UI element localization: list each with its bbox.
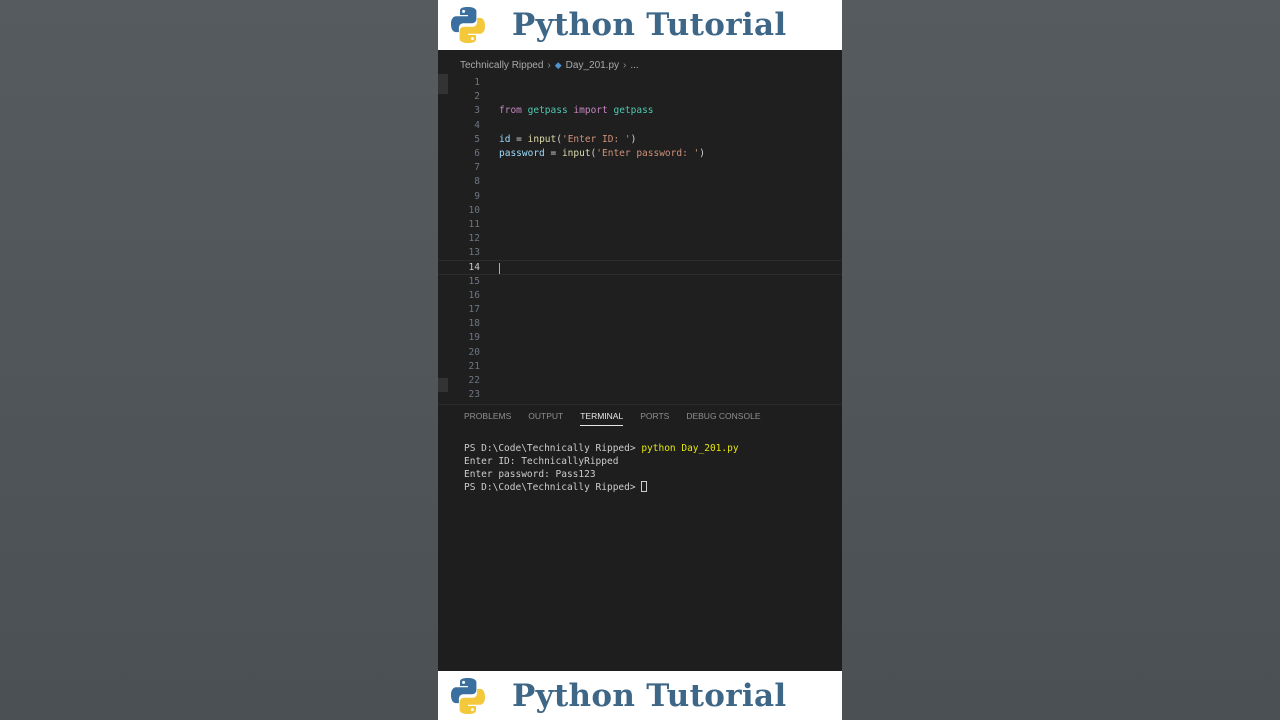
variable-name: id — [499, 133, 511, 145]
video-frame: Python Tutorial Technically Ripped › ◆ D… — [438, 0, 842, 720]
import-name: getpass — [613, 105, 654, 117]
paren-close: ) — [699, 147, 705, 159]
tab-debug-console[interactable]: DEBUG CONSOLE — [686, 411, 760, 426]
code-editor[interactable]: Technically Ripped › ◆ Day_201.py › ... … — [438, 52, 842, 404]
terminal-prompt: PS D:\Code\Technically Ripped> — [464, 482, 642, 493]
banner-title: Python Tutorial — [512, 677, 787, 714]
string-literal: 'Enter ID: ' — [561, 133, 631, 145]
code-line: 9 — [438, 190, 842, 204]
terminal-line: PS D:\Code\Technically Ripped> python Da… — [464, 442, 739, 455]
terminal-cursor — [641, 481, 648, 492]
code-line: 12 — [438, 232, 842, 246]
code-line: 19 — [438, 331, 842, 345]
line-number: 11 — [468, 218, 480, 230]
line-number: 22 — [468, 374, 480, 386]
code-line: 11 — [438, 218, 842, 232]
tab-ports[interactable]: PORTS — [640, 411, 669, 426]
terminal-line: PS D:\Code\Technically Ripped> — [464, 481, 739, 494]
code-line: 20 — [438, 346, 842, 360]
python-file-icon: ◆ — [554, 60, 562, 70]
function-name: input — [561, 147, 591, 159]
top-banner: Python Tutorial — [438, 0, 842, 50]
operator: = — [544, 147, 562, 159]
code-line: 15 — [438, 275, 842, 289]
line-number: 8 — [474, 176, 480, 188]
terminal-prompt: PS D:\Code\Technically Ripped> — [464, 443, 642, 454]
line-number: 15 — [468, 275, 480, 287]
tab-terminal[interactable]: TERMINAL — [580, 411, 624, 426]
code-line: 2 — [438, 90, 842, 104]
background-right — [842, 0, 1280, 720]
code-line: 8 — [438, 175, 842, 189]
code-line: 21 — [438, 360, 842, 374]
line-number: 12 — [468, 233, 480, 245]
banner-title: Python Tutorial — [512, 7, 787, 43]
panel-tabs: PROBLEMS OUTPUT TERMINAL PORTS DEBUG CON… — [464, 411, 760, 426]
breadcrumb-file[interactable]: Day_201.py — [566, 60, 619, 71]
variable-name: password — [499, 147, 545, 159]
operator: = — [510, 133, 528, 145]
chevron-right-icon: › — [547, 60, 551, 71]
line-number: 6 — [474, 147, 480, 159]
tab-problems[interactable]: PROBLEMS — [464, 411, 511, 426]
paren-close: ) — [630, 133, 637, 145]
terminal-output[interactable]: PS D:\Code\Technically Ripped> python Da… — [464, 442, 739, 494]
function-name: input — [527, 133, 557, 145]
string-literal: 'Enter password: ' — [596, 147, 700, 159]
line-number-active: 14 — [468, 262, 480, 274]
code-line: 17 — [438, 303, 842, 317]
line-number: 2 — [474, 91, 480, 103]
code-line: 1 — [438, 76, 842, 90]
code-line: 10 — [438, 204, 842, 218]
code-line: 22 — [438, 374, 842, 388]
text-cursor — [499, 263, 500, 275]
code-line: 4 — [438, 119, 842, 133]
code-line: 23 — [438, 388, 842, 402]
line-number: 5 — [474, 133, 480, 145]
current-line[interactable]: 14 — [438, 260, 842, 275]
line-number: 16 — [468, 289, 480, 301]
code-line: 18 — [438, 317, 842, 331]
code-text: from getpass import getpass — [499, 104, 654, 118]
line-number: 1 — [474, 77, 480, 88]
line-number: 4 — [474, 119, 480, 131]
bottom-panel: PROBLEMS OUTPUT TERMINAL PORTS DEBUG CON… — [438, 404, 842, 672]
code-text: password = input('Enter password: ') — [499, 147, 705, 161]
code-line: 3 from getpass import getpass — [438, 104, 842, 118]
code-text: id = input('Enter ID: ') — [499, 133, 636, 147]
breadcrumb-folder[interactable]: Technically Ripped — [460, 60, 543, 71]
breadcrumb: Technically Ripped › ◆ Day_201.py › ... — [460, 60, 639, 71]
code-lines: 1 2 3 from getpass import getpass 4 5 id =… — [438, 76, 842, 402]
breadcrumb-more[interactable]: ... — [630, 60, 638, 71]
line-number: 19 — [468, 332, 480, 344]
code-line: 6 password = input('Enter password: ') — [438, 147, 842, 161]
tab-output[interactable]: OUTPUT — [528, 411, 563, 426]
line-number: 21 — [468, 360, 480, 372]
line-number: 20 — [468, 346, 480, 358]
keyword-import: import — [573, 105, 608, 117]
module-name: getpass — [527, 105, 568, 117]
line-number: 13 — [468, 247, 480, 259]
bottom-banner: Python Tutorial — [438, 671, 842, 720]
line-number: 17 — [468, 304, 480, 315]
chevron-right-icon: › — [623, 60, 627, 71]
background-left — [0, 0, 438, 720]
line-number: 23 — [468, 389, 480, 401]
keyword-from: from — [499, 105, 522, 117]
python-logo-icon — [451, 7, 485, 43]
code-line: 13 — [438, 246, 842, 260]
line-number: 18 — [468, 318, 480, 330]
line-number: 3 — [474, 105, 480, 117]
line-number: 9 — [474, 190, 480, 202]
terminal-line: Enter ID: TechnicallyRipped — [464, 456, 619, 467]
code-line: 7 — [438, 161, 842, 175]
python-logo-icon — [451, 677, 485, 714]
line-number: 10 — [468, 204, 480, 216]
terminal-command: python Day_201.py — [641, 443, 739, 454]
code-line: 5 id = input('Enter ID: ') — [438, 133, 842, 147]
line-number: 7 — [474, 162, 480, 174]
code-line: 16 — [438, 289, 842, 303]
terminal-line: Enter password: Pass123 — [464, 469, 596, 480]
